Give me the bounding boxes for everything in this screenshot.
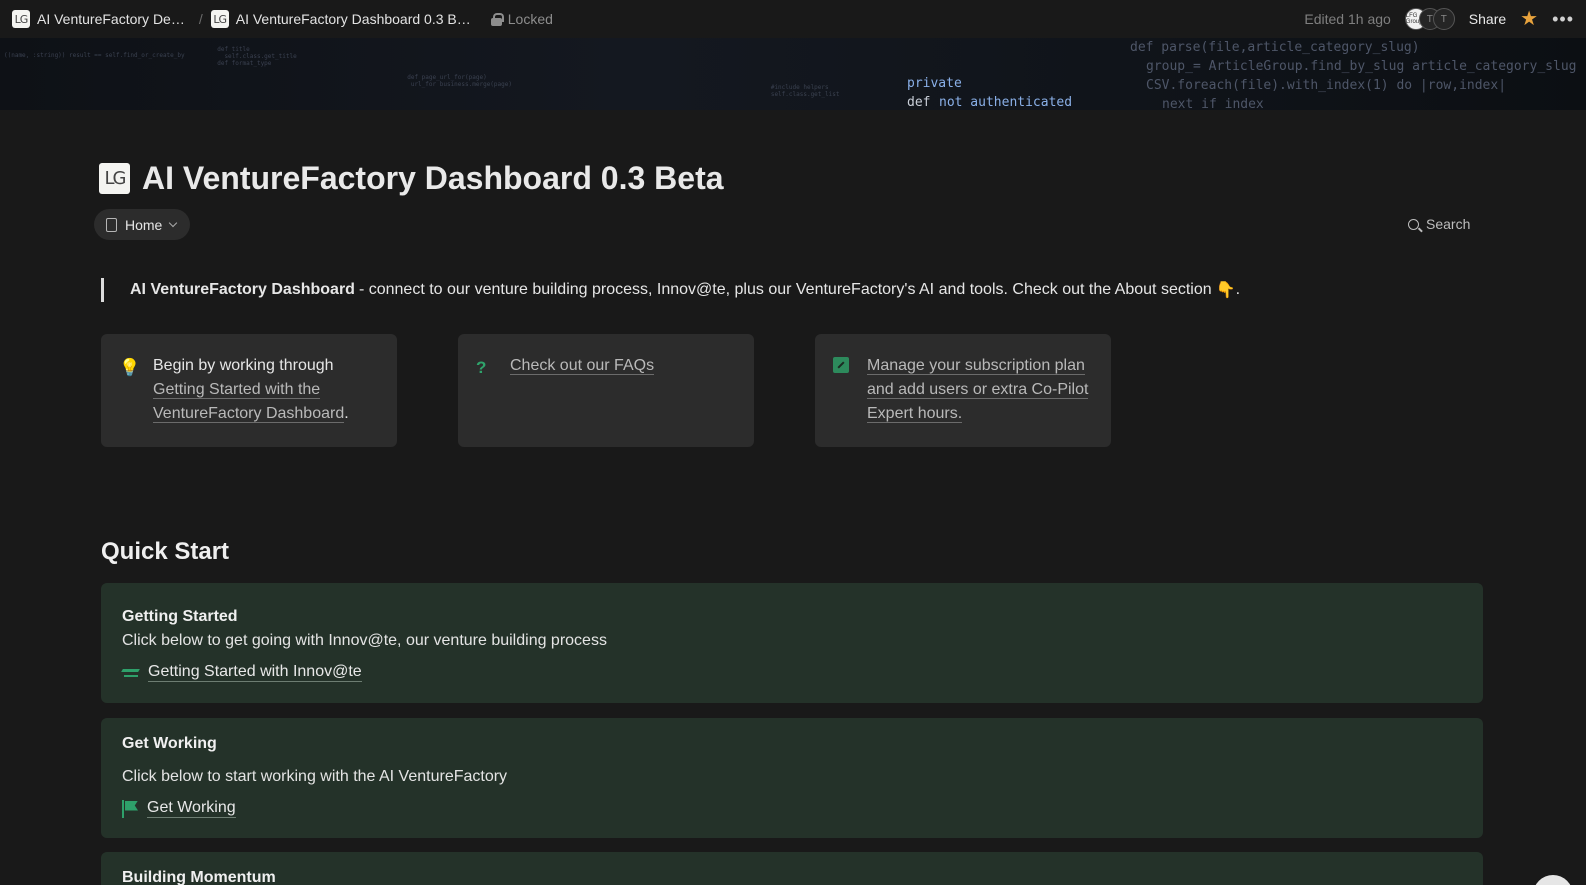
more-options-icon[interactable]: ••• [1552, 9, 1574, 30]
breadcrumb-label: AI VentureFactory De… [37, 11, 185, 27]
code-line: CSV.foreach(file).with_index(1) do |row,… [1146, 78, 1507, 93]
code-auth: not authenticated [939, 95, 1073, 110]
breadcrumb-separator: / [198, 11, 203, 27]
code-line: next if index [1162, 97, 1264, 110]
code-snippet: def page_url_for(page) url_for business.… [407, 74, 512, 88]
top-bar: LG AI VentureFactory De… / LG AI Venture… [0, 0, 1586, 38]
card-title: Get Working [122, 735, 217, 752]
manage-subscription-link[interactable]: Manage your subscription plan and add us… [867, 357, 1089, 423]
callout-subscription: Manage your subscription plan and add us… [815, 334, 1111, 447]
breadcrumb-item-parent[interactable]: LG AI VentureFactory De… [12, 10, 185, 28]
card-description: Click below to get going with Innov@te, … [122, 632, 607, 649]
card-get-working: Get Working Click below to start working… [101, 718, 1483, 838]
code-line: group_= ArticleGroup.find_by_slug articl… [1146, 59, 1577, 74]
getting-started-dashboard-link[interactable]: Getting Started with the VentureFactory … [153, 381, 345, 423]
document-icon [106, 217, 117, 232]
locked-label: Locked [507, 11, 553, 27]
code-snippet: ((name, :string)) result == self.find_or… [4, 52, 185, 59]
chevron-down-icon [169, 218, 178, 228]
intro-text: - connect to our venture building proces… [358, 281, 1212, 298]
arrow-up-right-icon [833, 356, 849, 380]
search-button[interactable]: Search [1408, 216, 1470, 232]
faqs-link[interactable]: Check out our FAQs [510, 357, 655, 375]
home-tab-button[interactable]: Home [94, 209, 191, 240]
callout-faqs: ? Check out our FAQs [458, 334, 754, 447]
page-icon: LG [210, 10, 229, 28]
card-link-label: Get Working [147, 799, 236, 818]
plane-icon [122, 666, 140, 680]
flag-icon [122, 799, 139, 818]
code-keyword-private: private [907, 76, 962, 91]
locked-indicator[interactable]: Locked [490, 11, 553, 27]
breadcrumb-item-current[interactable]: LG AI VentureFactory Dashboard 0.3 B… [210, 10, 471, 28]
avatar[interactable]: T [1432, 8, 1455, 30]
quick-start-heading: Quick Start [101, 538, 230, 565]
edited-timestamp: Edited 1h ago [1304, 11, 1391, 27]
question-icon: ? [476, 358, 487, 377]
page-icon: LG [12, 10, 30, 28]
card-building-momentum: Building Momentum [101, 852, 1483, 885]
share-button[interactable]: Share [1469, 11, 1506, 27]
lightbulb-icon: 💡 [119, 358, 141, 377]
home-label: Home [125, 216, 163, 233]
code-snippet: def title self.class.get_title def forma… [217, 46, 297, 67]
get-working-link[interactable]: Get Working [122, 799, 1462, 818]
code-line: def parse(file,article_category_slug) [1130, 40, 1420, 55]
card-getting-started: Getting Started Click below to get going… [101, 583, 1483, 703]
intro-quote: AI VentureFactory Dashboard - connect to… [101, 278, 1240, 302]
getting-started-innovate-link[interactable]: Getting Started with Innov@te [122, 663, 1462, 682]
collaborator-avatars[interactable]: LFG Group T T [1404, 8, 1455, 30]
callout-suffix: . [344, 405, 349, 422]
code-snippet: #include helpers self.class.get_list [770, 84, 840, 98]
search-icon [1408, 218, 1419, 230]
callout-prefix: Begin by working through [153, 357, 334, 374]
card-link-label: Getting Started with Innov@te [148, 663, 362, 682]
code-keyword-def: def [907, 95, 931, 110]
page-header: LG AI VentureFactory Dashboard 0.3 Beta [99, 160, 724, 197]
lock-icon [490, 12, 504, 26]
card-description: Click below to start working with the AI… [122, 768, 508, 785]
help-button[interactable] [1533, 875, 1573, 885]
card-title: Getting Started [122, 608, 238, 625]
page-title: AI VentureFactory Dashboard 0.3 Beta [142, 160, 724, 196]
intro-bold: AI VentureFactory Dashboard [130, 281, 355, 298]
search-label: Search [1426, 216, 1471, 232]
callout-getting-started: 💡 Begin by working through Getting Start… [101, 334, 397, 447]
card-title: Building Momentum [122, 869, 276, 885]
pointing-down-icon: 👇 [1215, 282, 1236, 299]
favorite-star-icon[interactable]: ★ [1520, 9, 1538, 29]
page-icon[interactable]: LG [99, 163, 130, 194]
breadcrumb-label: AI VentureFactory Dashboard 0.3 B… [235, 11, 471, 27]
cover-image: ((name, :string)) result == self.find_or… [0, 38, 1586, 110]
intro-trail: . [1235, 281, 1241, 298]
